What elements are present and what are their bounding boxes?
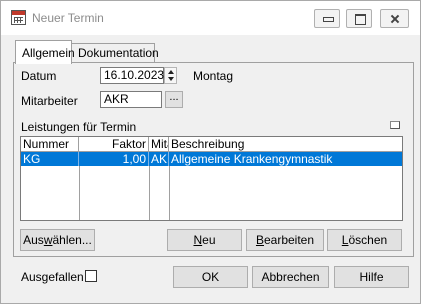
table-row[interactable]: KG 1,00 AKR Allgemeine Krankengymnastik <box>21 152 402 166</box>
neu-button[interactable]: Neu <box>167 229 242 251</box>
date-spinner[interactable] <box>164 67 177 84</box>
auswaehlen-button[interactable]: Auswählen... <box>20 229 95 251</box>
tab-allgemein[interactable]: Allgemein <box>15 40 75 64</box>
leistungen-label: Leistungen für Termin <box>21 120 137 134</box>
loeschen-button[interactable]: Löschen <box>327 229 402 251</box>
maximize-button[interactable] <box>346 9 372 28</box>
ausgefallen-checkbox[interactable] <box>85 270 97 282</box>
hilfe-button[interactable]: Hilfe <box>334 266 409 288</box>
column-header-mitarbeiter[interactable]: Mitarb <box>149 137 169 151</box>
weekday-label: Montag <box>193 69 234 83</box>
spin-down-icon[interactable] <box>168 77 174 81</box>
window-title: Neuer Termin <box>32 11 104 25</box>
collapse-icon[interactable] <box>390 121 400 129</box>
ausgefallen-label: Ausgefallen <box>21 270 84 284</box>
cell-nummer: KG <box>21 152 79 166</box>
datum-label: Datum <box>21 69 57 83</box>
cell-beschreibung: Allgemeine Krankengymnastik <box>171 152 333 166</box>
cell-mitarbeiter: AKR <box>151 152 169 166</box>
title-bar[interactable]: Neuer Termin <box>1 1 420 35</box>
column-divider <box>169 166 170 220</box>
close-button[interactable] <box>380 9 409 28</box>
bearbeiten-button[interactable]: Bearbeiten <box>246 229 324 251</box>
leistungen-table[interactable]: Nummer Faktor Mitarb Beschreibung KG 1,0… <box>20 136 403 221</box>
mitarbeiter-label: Mitarbeiter <box>21 94 78 108</box>
abbrechen-button[interactable]: Abbrechen <box>252 266 329 288</box>
column-divider <box>149 166 150 220</box>
dialog-window: Neuer Termin Allgemein Dokumentation Dat… <box>0 0 421 304</box>
column-header-nummer[interactable]: Nummer <box>21 137 79 151</box>
table-header: Nummer Faktor Mitarb Beschreibung <box>21 137 402 152</box>
spin-up-icon[interactable] <box>168 70 174 74</box>
column-header-faktor[interactable]: Faktor <box>79 137 149 151</box>
ok-button[interactable]: OK <box>173 266 248 288</box>
datum-field[interactable]: 16.10.2023 <box>100 67 164 84</box>
minimize-button[interactable] <box>314 9 340 28</box>
tab-dokumentation[interactable]: Dokumentation <box>71 43 159 63</box>
column-header-beschreibung[interactable]: Beschreibung <box>169 137 402 151</box>
cell-faktor: 1,00 <box>79 152 149 166</box>
mitarbeiter-browse-button[interactable]: ... <box>165 91 183 108</box>
column-divider <box>79 166 80 220</box>
mitarbeiter-field[interactable]: AKR <box>100 91 162 108</box>
calendar-icon <box>11 10 26 25</box>
